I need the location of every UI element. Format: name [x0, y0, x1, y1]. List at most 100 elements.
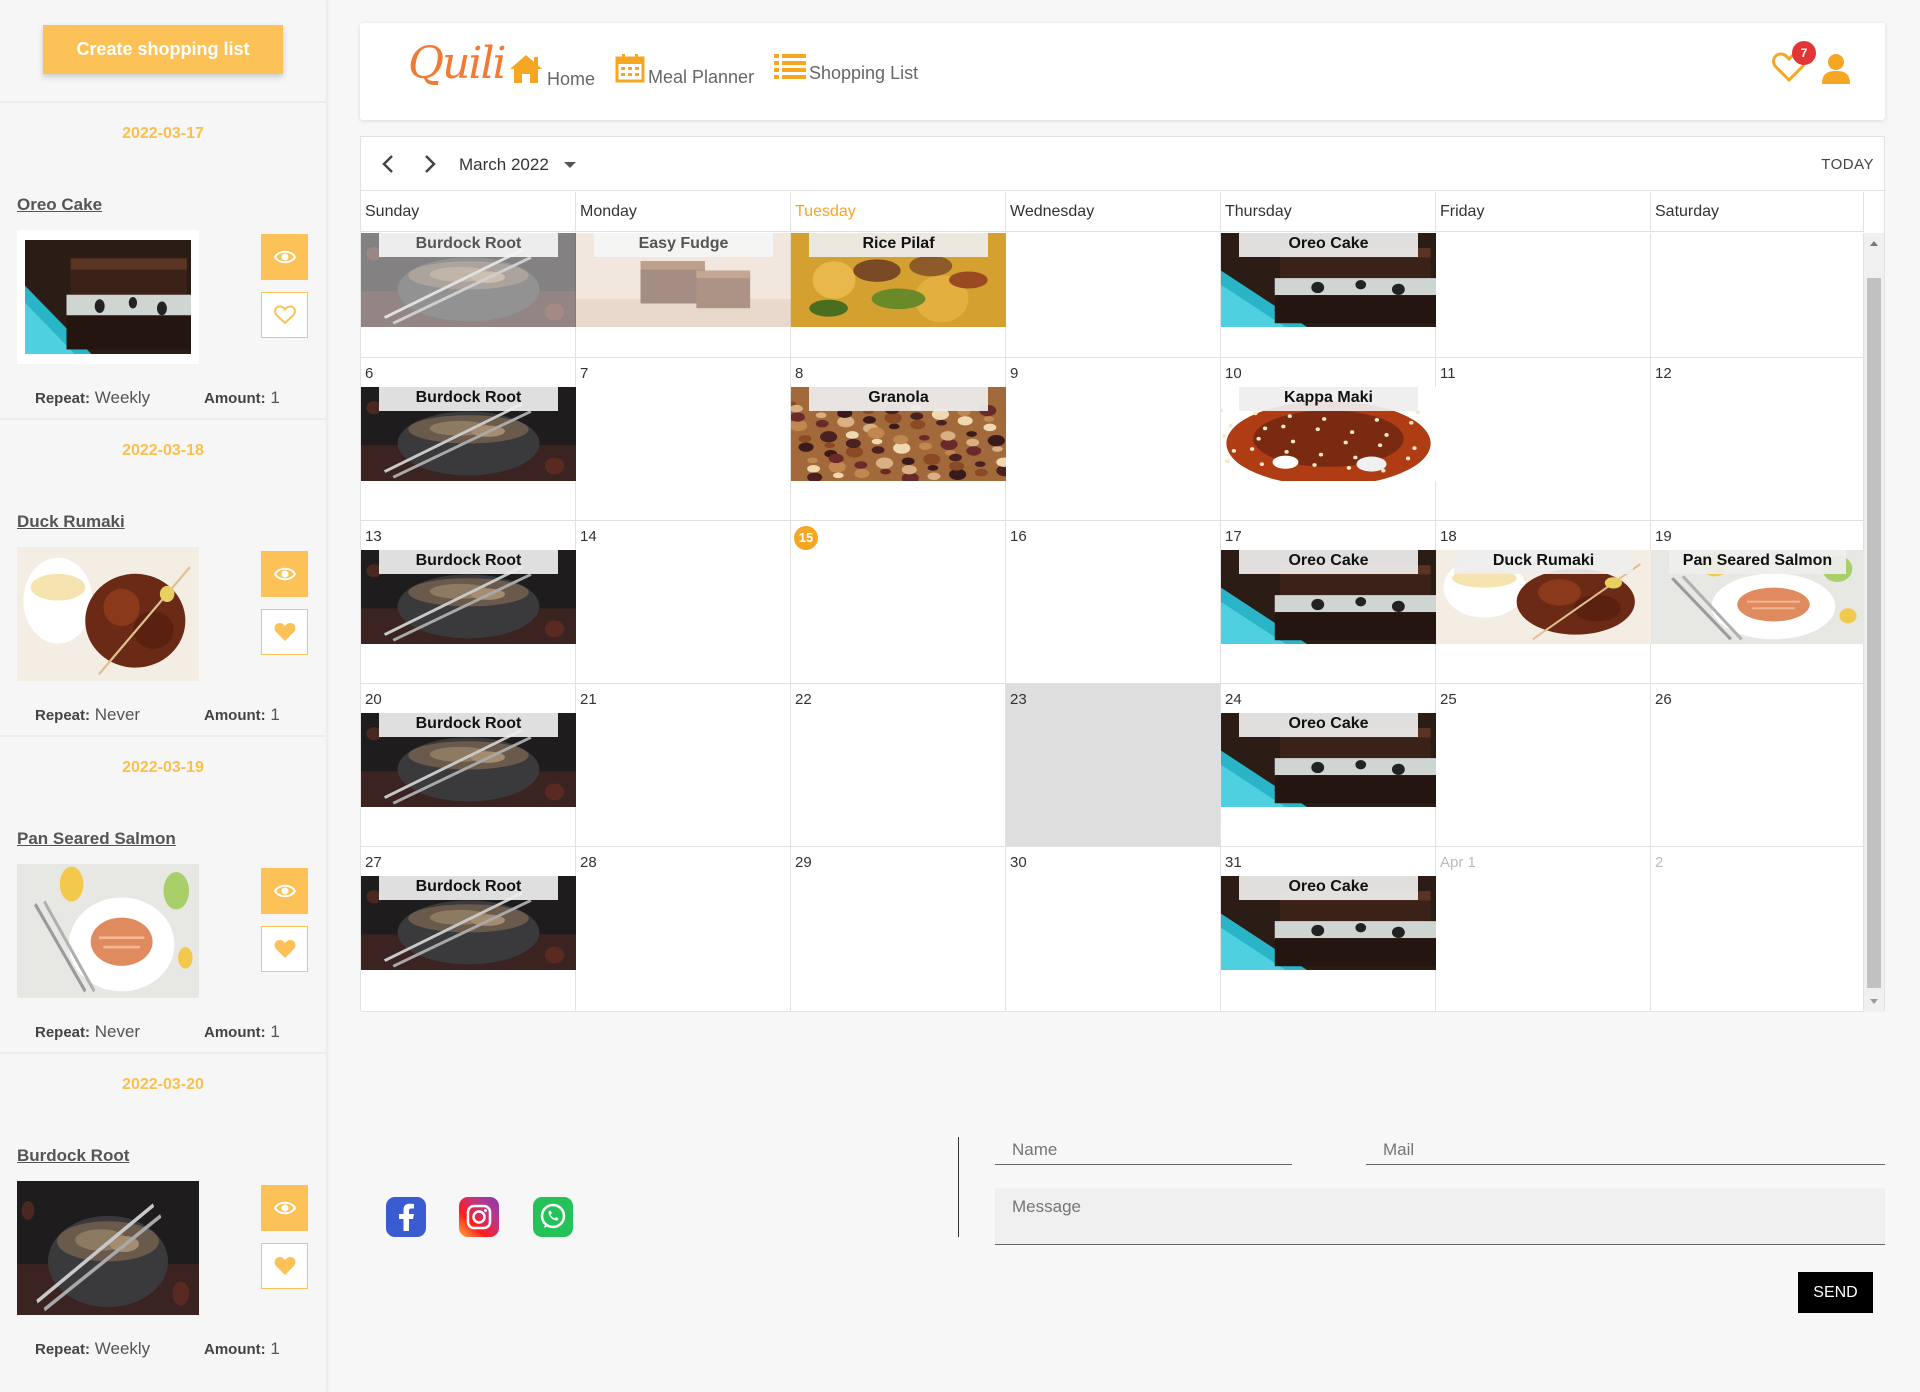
view-meal-button[interactable]: [261, 868, 308, 914]
meal-event[interactable]: Granola: [791, 387, 1006, 481]
nav-shopping-list[interactable]: Shopping List: [774, 53, 918, 83]
meal-event[interactable]: Burdock Root: [361, 876, 576, 970]
meal-date: 2022-03-20: [122, 1076, 204, 1093]
caret-down-icon[interactable]: [564, 162, 576, 168]
calendar-day-cell[interactable]: 28: [576, 847, 791, 1012]
calendar-day-cell[interactable]: 25: [1436, 684, 1651, 847]
day-number: 28: [580, 854, 597, 871]
day-number: 20: [365, 691, 382, 708]
calendar-day-cell[interactable]: Easy Fudge: [576, 233, 791, 358]
calendar-toolbar: March 2022 TODAY: [361, 137, 1886, 191]
meal-date: 2022-03-19: [122, 759, 204, 776]
meal-event-label: Burdock Root: [379, 387, 558, 411]
meal-event[interactable]: Oreo Cake: [1221, 550, 1436, 644]
meal-title-link[interactable]: Oreo Cake: [17, 195, 102, 215]
logo[interactable]: Quili: [408, 38, 507, 89]
meal-event[interactable]: Burdock Root: [361, 233, 576, 327]
calendar-day-cell[interactable]: [1436, 233, 1651, 358]
name-field[interactable]: [995, 1135, 1292, 1165]
calendar-day-cell[interactable]: 9: [1006, 358, 1221, 521]
calendar-day-cell[interactable]: 26: [1651, 684, 1864, 847]
meal-event[interactable]: Burdock Root: [361, 387, 576, 481]
day-number: 18: [1440, 528, 1457, 545]
meal-title-link[interactable]: Pan Seared Salmon: [17, 829, 176, 849]
calendar-day-cell[interactable]: 13 Burdock Root: [361, 521, 576, 684]
favorite-meal-button[interactable]: [261, 926, 308, 972]
day-number: 10: [1225, 365, 1242, 382]
meal-event[interactable]: Burdock Root: [361, 713, 576, 807]
whatsapp-icon[interactable]: [533, 1197, 573, 1237]
calendar-day-cell[interactable]: 30: [1006, 847, 1221, 1012]
calendar-day-cell[interactable]: 10 Kappa Maki: [1221, 358, 1436, 521]
favorite-meal-button[interactable]: [261, 609, 308, 655]
prev-month-button[interactable]: [379, 154, 397, 174]
nav-meal-planner[interactable]: Meal Planner: [615, 53, 754, 87]
calendar-day-cell[interactable]: 17 Oreo Cake: [1221, 521, 1436, 684]
create-shopping-list-button[interactable]: Create shopping list: [43, 25, 283, 74]
scroll-up-arrow-icon[interactable]: [1870, 241, 1878, 246]
meal-event[interactable]: Burdock Root: [361, 550, 576, 644]
favorite-meal-button[interactable]: [261, 292, 308, 338]
view-meal-button[interactable]: [261, 1185, 308, 1231]
facebook-icon[interactable]: [386, 1197, 426, 1237]
calendar-day-cell[interactable]: 23: [1006, 684, 1221, 847]
instagram-icon[interactable]: [459, 1197, 499, 1237]
calendar-scrollbar[interactable]: [1864, 233, 1884, 1012]
meal-image: [17, 230, 199, 364]
day-number: 2: [1655, 854, 1664, 871]
day-number: 29: [795, 854, 812, 871]
meal-event-label: Burdock Root: [379, 550, 558, 574]
month-selector[interactable]: March 2022: [459, 155, 549, 175]
calendar-day-cell[interactable]: 31 Oreo Cake: [1221, 847, 1436, 1012]
nav-home[interactable]: Home: [508, 53, 595, 89]
calendar-day-cell[interactable]: Apr 1: [1436, 847, 1651, 1012]
meal-image: [17, 864, 199, 998]
calendar-day-cell[interactable]: 6 Burdock Root: [361, 358, 576, 521]
send-button[interactable]: SEND: [1798, 1272, 1873, 1313]
calendar-day-cell[interactable]: 27 Burdock Root: [361, 847, 576, 1012]
meal-event[interactable]: Oreo Cake: [1221, 713, 1436, 807]
scroll-thumb[interactable]: [1867, 278, 1881, 988]
next-month-button[interactable]: [421, 154, 439, 174]
day-number: 15: [794, 526, 818, 550]
calendar-day-cell[interactable]: 14: [576, 521, 791, 684]
today-button[interactable]: TODAY: [1821, 156, 1874, 173]
calendar-day-cell[interactable]: 24 Oreo Cake: [1221, 684, 1436, 847]
eye-icon: [273, 1201, 296, 1215]
calendar-day-cell[interactable]: 11: [1436, 358, 1651, 521]
scroll-down-arrow-icon[interactable]: [1870, 999, 1878, 1004]
view-meal-button[interactable]: [261, 551, 308, 597]
calendar-day-cell[interactable]: Rice Pilaf: [791, 233, 1006, 358]
calendar-day-cell[interactable]: 8 Granola: [791, 358, 1006, 521]
calendar-day-cell[interactable]: [1006, 233, 1221, 358]
mail-field[interactable]: [1366, 1135, 1885, 1165]
calendar-day-cell[interactable]: 2: [1651, 847, 1864, 1012]
calendar-day-cell[interactable]: [1651, 233, 1864, 358]
meal-event[interactable]: Duck Rumaki: [1436, 550, 1651, 644]
calendar-day-cell[interactable]: 12: [1651, 358, 1864, 521]
calendar-day-cell[interactable]: 18 Duck Rumaki: [1436, 521, 1651, 684]
calendar-day-cell[interactable]: 22: [791, 684, 1006, 847]
user-icon[interactable]: [1820, 53, 1852, 90]
calendar-day-cell[interactable]: 19 Pan Seared Salmon: [1651, 521, 1864, 684]
meal-event[interactable]: Pan Seared Salmon: [1651, 550, 1864, 644]
meal-title-link[interactable]: Burdock Root: [17, 1146, 129, 1166]
view-meal-button[interactable]: [261, 234, 308, 280]
calendar-day-cell[interactable]: 16: [1006, 521, 1221, 684]
calendar-day-cell[interactable]: Burdock Root: [361, 233, 576, 358]
day-number: 13: [365, 528, 382, 545]
calendar-day-cell[interactable]: 21: [576, 684, 791, 847]
meal-event[interactable]: Oreo Cake: [1221, 876, 1436, 970]
meal-event[interactable]: Kappa Maki: [1221, 387, 1436, 481]
calendar-day-cell[interactable]: Oreo Cake: [1221, 233, 1436, 358]
message-field[interactable]: [995, 1188, 1885, 1245]
meal-event[interactable]: Rice Pilaf: [791, 233, 1006, 327]
meal-event[interactable]: Easy Fudge: [576, 233, 791, 327]
calendar-day-cell[interactable]: 20 Burdock Root: [361, 684, 576, 847]
calendar-day-cell[interactable]: 7: [576, 358, 791, 521]
calendar-day-cell[interactable]: 29: [791, 847, 1006, 1012]
meal-event[interactable]: Oreo Cake: [1221, 233, 1436, 327]
calendar-day-cell[interactable]: 15: [791, 521, 1006, 684]
meal-title-link[interactable]: Duck Rumaki: [17, 512, 125, 532]
favorite-meal-button[interactable]: [261, 1243, 308, 1289]
